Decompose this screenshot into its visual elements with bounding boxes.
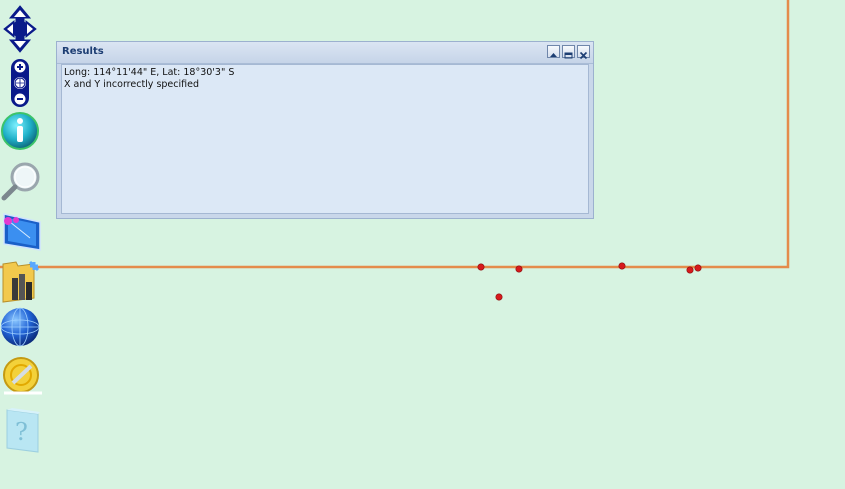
close-button[interactable] [577, 45, 590, 60]
results-titlebar[interactable]: Results [57, 42, 593, 64]
layers-tool[interactable] [0, 258, 44, 306]
map-point[interactable] [618, 262, 626, 270]
results-panel[interactable]: Results Long: 114°11'44" E, Lat: 18°30'3… [56, 41, 594, 219]
map-point[interactable] [686, 266, 694, 274]
folder-layers-icon [2, 260, 40, 303]
map-point[interactable] [694, 264, 702, 272]
map-point[interactable] [515, 265, 523, 273]
results-line-coordinates: Long: 114°11'44" E, Lat: 18°30'3" S [64, 67, 235, 78]
info-icon [1, 112, 39, 150]
clear-tool[interactable] [0, 356, 44, 396]
identify-tool[interactable] [0, 110, 44, 154]
dock-icon [564, 52, 573, 59]
collapse-icon [550, 53, 557, 57]
help-icon: ? [6, 408, 40, 453]
zoom-in-out-globe-icon [11, 59, 29, 107]
globe-icon [0, 307, 40, 347]
results-title: Results [62, 46, 104, 57]
four-way-arrow-icon [3, 5, 37, 53]
measure-tool[interactable] [0, 208, 44, 254]
help-tool[interactable]: ? [0, 406, 44, 454]
results-line-message: X and Y incorrectly specified [64, 79, 199, 90]
zoom-tool[interactable] [0, 58, 44, 108]
map-point[interactable] [477, 263, 485, 271]
pan-tool[interactable] [0, 4, 44, 54]
measure-screen-icon [3, 213, 41, 251]
dock-button[interactable] [562, 45, 575, 59]
close-icon [579, 51, 588, 60]
results-content: Long: 114°11'44" E, Lat: 18°30'3" S X an… [61, 64, 589, 214]
magnifier-icon [1, 162, 40, 201]
svg-text:?: ? [15, 418, 28, 446]
eraser-icon [3, 357, 42, 395]
search-tool[interactable] [0, 160, 44, 202]
globe-tool[interactable] [0, 306, 44, 348]
map-point[interactable] [495, 293, 503, 301]
collapse-button[interactable] [547, 45, 560, 58]
